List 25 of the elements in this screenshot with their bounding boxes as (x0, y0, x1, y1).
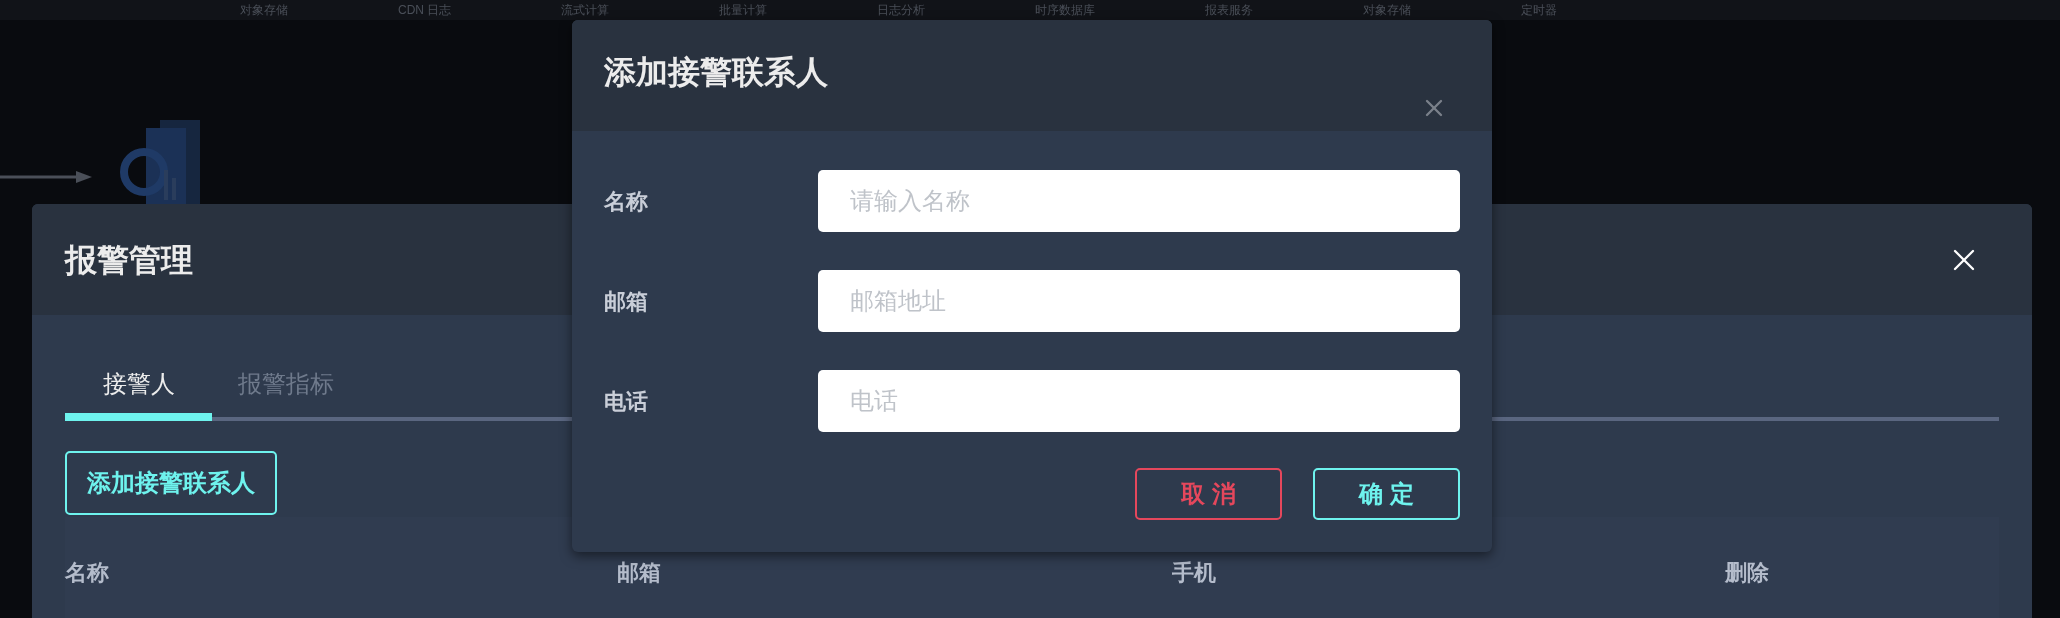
input-field[interactable]: 电话 (818, 370, 1460, 432)
confirm-button[interactable]: 确 定 (1313, 468, 1460, 520)
field-label: 邮箱 (604, 287, 649, 316)
nav-item[interactable]: 流式计算 (561, 4, 610, 16)
input-field[interactable]: 请输入名称 (818, 170, 1460, 232)
nav-item[interactable]: 对象存储 (1363, 4, 1412, 16)
nav-item[interactable]: 对象存储 (240, 4, 288, 16)
add-contact-button[interactable]: 添加接警联系人 (65, 451, 277, 515)
tab[interactable]: 报警指标 (212, 355, 359, 421)
arrow-icon (0, 170, 92, 184)
tab[interactable]: 接警人 (65, 355, 212, 421)
nav-item[interactable]: CDN 日志 (398, 4, 452, 16)
cancel-button[interactable]: 取 消 (1135, 468, 1282, 520)
nav-item[interactable]: 日志分析 (877, 4, 926, 16)
input-field[interactable]: 邮箱地址 (818, 270, 1460, 332)
dialog-title: 添加接警联系人 (604, 54, 828, 90)
column-header: 名称 (65, 558, 110, 587)
nav-item[interactable]: 定时器 (1521, 4, 1558, 16)
column-header: 邮箱 (617, 558, 662, 587)
panel-title: 报警管理 (65, 240, 193, 280)
field-label: 名称 (604, 187, 649, 216)
nav-item[interactable]: 报表服务 (1205, 4, 1254, 16)
column-header: 删除 (1725, 558, 1770, 587)
field-label: 电话 (604, 387, 649, 416)
column-header: 手机 (1172, 558, 1217, 587)
